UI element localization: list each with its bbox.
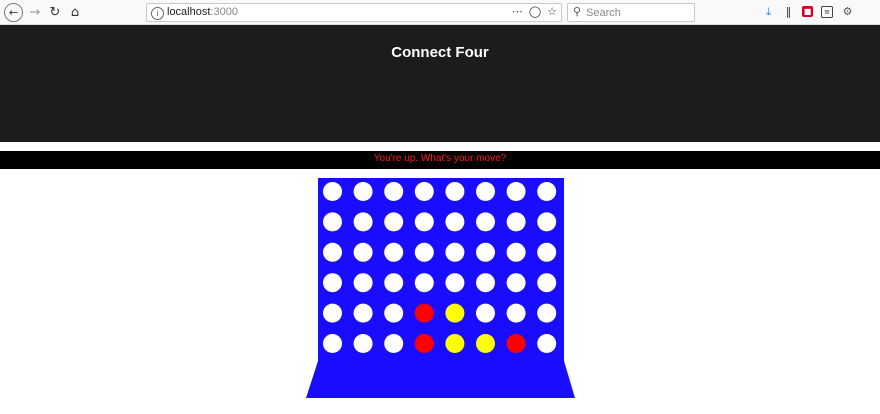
board-slot[interactable] (353, 182, 373, 201)
board-slot[interactable] (323, 303, 342, 323)
board-slot[interactable] (537, 273, 557, 293)
search-bar[interactable]: ⚲ (567, 3, 695, 22)
board-slot[interactable] (384, 242, 404, 262)
board-slot[interactable] (353, 242, 373, 262)
board-slot[interactable] (537, 242, 557, 262)
url-text[interactable]: localhost:3000 (167, 6, 238, 18)
board-slot[interactable] (323, 212, 342, 232)
board-slot[interactable] (506, 242, 526, 262)
board-slot[interactable] (506, 303, 526, 323)
search-input[interactable] (586, 5, 686, 20)
bookmark-star-icon[interactable]: ☆ (547, 5, 557, 18)
board-slot[interactable] (353, 334, 373, 353)
search-icon: ⚲ (573, 5, 582, 18)
board-slot[interactable] (323, 182, 342, 201)
board-slot[interactable] (506, 182, 526, 201)
board-slot[interactable] (323, 273, 342, 293)
board-slot[interactable] (384, 212, 404, 232)
status-bar: You're up. What's your move? (0, 151, 880, 169)
library-icon[interactable]: ‖ (782, 5, 795, 18)
board-slot[interactable] (353, 212, 373, 232)
board-slot[interactable] (506, 273, 526, 293)
reader-icon[interactable]: ≡ (821, 6, 833, 18)
url-bar[interactable]: i localhost:3000 ⋯ ◯ ☆ (146, 3, 562, 22)
board-slot[interactable] (384, 182, 404, 201)
board-slot[interactable] (476, 182, 495, 201)
url-port: :3000 (210, 6, 238, 18)
home-icon[interactable]: ⌂ (66, 3, 84, 21)
download-icon[interactable]: ⤓ (762, 5, 775, 18)
board-slot[interactable] (414, 273, 434, 293)
game-board[interactable] (300, 175, 580, 405)
pocket-icon[interactable]: ◯ (529, 5, 541, 18)
yellow-disc[interactable] (445, 334, 465, 353)
red-disc[interactable] (414, 303, 434, 323)
board-base (306, 361, 575, 398)
back-icon[interactable]: ← (4, 3, 23, 22)
board-frame (318, 178, 564, 363)
board-slot[interactable] (353, 303, 373, 323)
board-slot[interactable] (445, 182, 465, 201)
more-actions-icon[interactable]: ⋯ (512, 5, 523, 18)
board-slot[interactable] (476, 273, 495, 293)
board-slot[interactable] (506, 212, 526, 232)
red-disc[interactable] (506, 334, 526, 353)
board-slot[interactable] (323, 242, 342, 262)
board-slot[interactable] (323, 334, 342, 353)
forward-icon[interactable]: → (26, 3, 44, 21)
board-slot[interactable] (384, 334, 404, 353)
board-slot[interactable] (353, 273, 373, 293)
board-slot[interactable] (384, 273, 404, 293)
status-message: You're up. What's your move? (373, 153, 507, 164)
board-slot[interactable] (537, 303, 557, 323)
board-slot[interactable] (445, 242, 465, 262)
board-slot[interactable] (414, 212, 434, 232)
board-slot[interactable] (414, 182, 434, 201)
reload-icon[interactable]: ↻ (46, 3, 64, 21)
yellow-disc[interactable] (476, 334, 495, 353)
browser-toolbar: ← → ↻ ⌂ i localhost:3000 ⋯ ◯ ☆ ⚲ ⤓ ‖ ■ ≡… (0, 0, 880, 25)
board-slot[interactable] (414, 242, 434, 262)
red-disc[interactable] (414, 334, 434, 353)
app-header: Connect Four (0, 25, 880, 142)
game-board-area (300, 175, 580, 405)
board-slot[interactable] (445, 212, 465, 232)
board-slot[interactable] (476, 212, 495, 232)
board-slot[interactable] (476, 242, 495, 262)
settings-icon[interactable]: ⚙ (841, 5, 854, 18)
url-host: localhost (167, 6, 211, 18)
page-title: Connect Four (391, 44, 489, 61)
board-slot[interactable] (537, 334, 557, 353)
yellow-disc[interactable] (445, 303, 465, 323)
board-slot[interactable] (476, 303, 495, 323)
page-info-icon[interactable]: i (151, 7, 164, 20)
extension-icon[interactable]: ■ (802, 6, 813, 17)
board-slot[interactable] (384, 303, 404, 323)
board-slot[interactable] (445, 273, 465, 293)
board-slot[interactable] (537, 182, 557, 201)
board-slot[interactable] (537, 212, 557, 232)
